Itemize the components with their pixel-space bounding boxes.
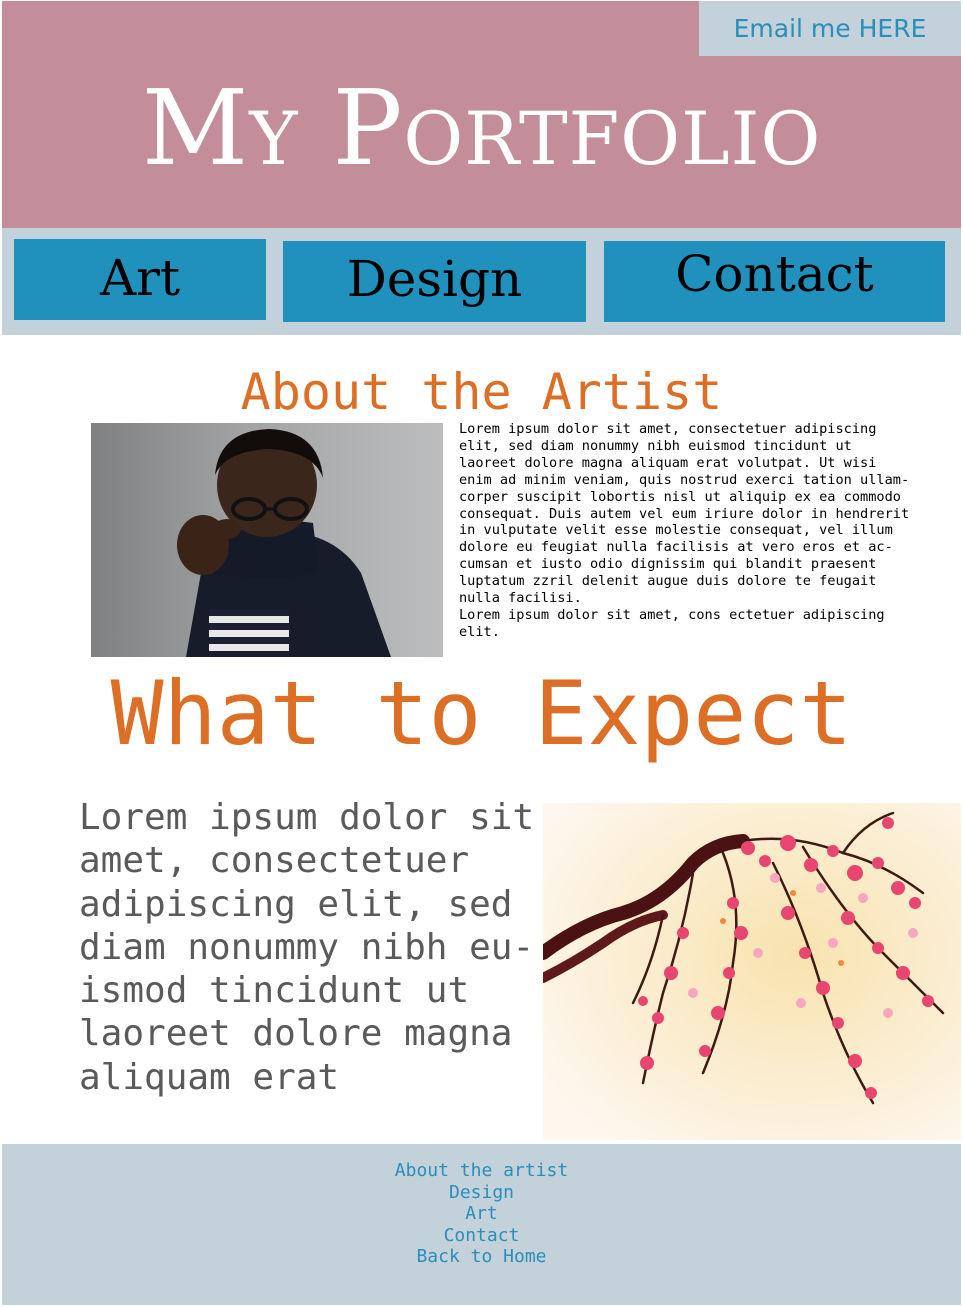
cherry-blossom-painting [543, 803, 961, 1140]
site-title: My Portfolio [141, 67, 822, 189]
footer-link-home[interactable]: Back to Home [2, 1246, 961, 1268]
about-paragraph: Lorem ipsum dolor sit amet, consectetuer… [459, 421, 910, 640]
footer-link-design[interactable]: Design [2, 1182, 961, 1204]
nav-art-button[interactable]: Art [14, 239, 266, 320]
footer-links: About the artist Design Art Contact Back… [2, 1160, 961, 1268]
footer-link-about[interactable]: About the artist [2, 1160, 961, 1182]
about-heading: About the Artist [240, 363, 723, 421]
email-me-link[interactable]: Email me HERE [699, 1, 961, 56]
footer-link-art[interactable]: Art [2, 1203, 961, 1225]
footer-link-contact[interactable]: Contact [2, 1225, 961, 1247]
artist-photo [91, 423, 443, 657]
nav-contact-button[interactable]: Contact [604, 241, 945, 322]
expect-heading: What to Expect [110, 662, 853, 765]
nav-design-button[interactable]: Design [283, 241, 586, 322]
expect-paragraph: Lorem ipsum dolor sit amet, consectetuer… [79, 797, 535, 1098]
